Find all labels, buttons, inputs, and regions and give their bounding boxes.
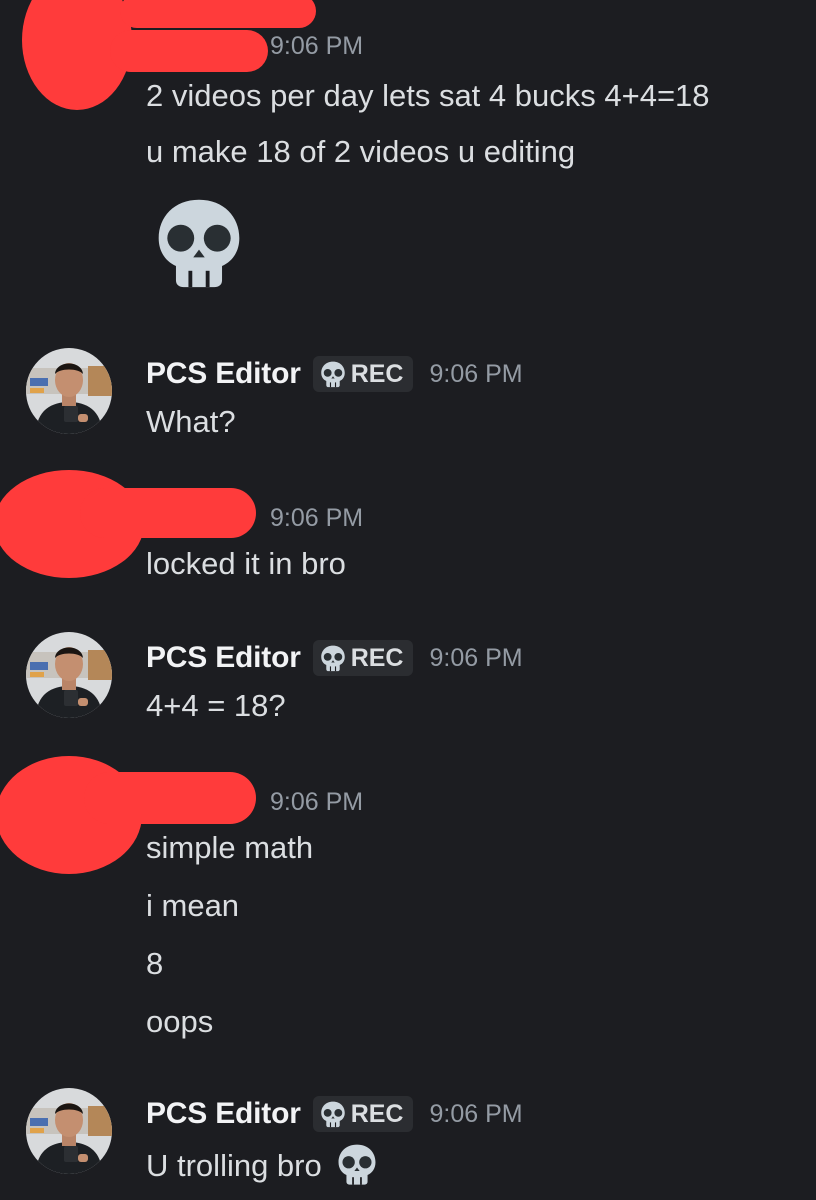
timestamp: 9:06 PM <box>270 503 364 532</box>
avatar-image <box>26 1088 112 1174</box>
skull-icon <box>319 644 347 672</box>
message-header: 9:06 PM <box>270 782 363 822</box>
server-tag-label: REC <box>350 359 404 388</box>
skull-icon[interactable] <box>148 194 250 290</box>
message-header: PCS Editor REC 9:06 PM <box>146 1094 523 1134</box>
redaction-mark <box>110 30 268 72</box>
message-group: PCS Editor REC 9:06 PM What? <box>0 346 816 456</box>
message-group: 9:06 PM locked it in bro <box>0 470 816 600</box>
redaction-mark <box>120 0 316 28</box>
avatar[interactable] <box>26 1088 112 1174</box>
avatar-image <box>26 348 112 434</box>
message-text[interactable]: i mean <box>146 886 239 926</box>
timestamp: 9:06 PM <box>270 787 364 816</box>
server-tag[interactable]: REC <box>312 640 414 676</box>
chat-log: 9:06 PM 2 videos per day lets sat 4 buck… <box>0 0 816 1200</box>
server-tag-label: REC <box>350 1099 404 1128</box>
message-text[interactable]: 4+4 = 18? <box>146 686 286 726</box>
server-tag[interactable]: REC <box>312 1096 414 1132</box>
timestamp: 9:06 PM <box>270 31 364 60</box>
message-group: PCS Editor REC 9:06 PM U trolling bro <box>0 1086 816 1196</box>
message-text[interactable]: u make 18 of 2 videos u editing <box>146 132 575 172</box>
username[interactable]: PCS Editor <box>146 641 301 675</box>
skull-icon <box>334 1142 380 1186</box>
avatar-image <box>26 632 112 718</box>
message-text[interactable]: oops <box>146 1002 213 1042</box>
redaction-mark <box>80 488 256 538</box>
message-text[interactable]: locked it in bro <box>146 544 346 584</box>
username[interactable]: PCS Editor <box>146 357 301 391</box>
server-tag-label: REC <box>350 643 404 672</box>
timestamp: 9:06 PM <box>429 359 523 388</box>
timestamp: 9:06 PM <box>429 1099 523 1128</box>
message-header: PCS Editor REC 9:06 PM <box>146 638 523 678</box>
avatar[interactable] <box>26 348 112 434</box>
message-group: 9:06 PM 2 videos per day lets sat 4 buck… <box>0 0 816 320</box>
server-tag[interactable]: REC <box>312 356 414 392</box>
message-text[interactable]: 8 <box>146 944 163 984</box>
redaction-mark <box>84 772 256 824</box>
message-group: PCS Editor REC 9:06 PM 4+4 = 18? <box>0 630 816 740</box>
message-text[interactable]: 2 videos per day lets sat 4 bucks 4+4=18 <box>146 76 710 116</box>
skull-icon <box>319 1100 347 1128</box>
message-header: 9:06 PM <box>270 26 363 66</box>
message-header: PCS Editor REC 9:06 PM <box>146 354 523 394</box>
message-text-content: U trolling bro <box>146 1148 322 1183</box>
message-text[interactable]: U trolling bro <box>146 1142 380 1186</box>
timestamp: 9:06 PM <box>429 643 523 672</box>
message-text[interactable]: What? <box>146 402 236 442</box>
username[interactable]: PCS Editor <box>146 1097 301 1131</box>
skull-icon <box>319 360 347 388</box>
avatar[interactable] <box>26 632 112 718</box>
message-text[interactable]: simple math <box>146 828 313 868</box>
message-header: 9:06 PM <box>270 498 363 538</box>
message-group: 9:06 PM simple math i mean 8 oops <box>0 756 816 1056</box>
